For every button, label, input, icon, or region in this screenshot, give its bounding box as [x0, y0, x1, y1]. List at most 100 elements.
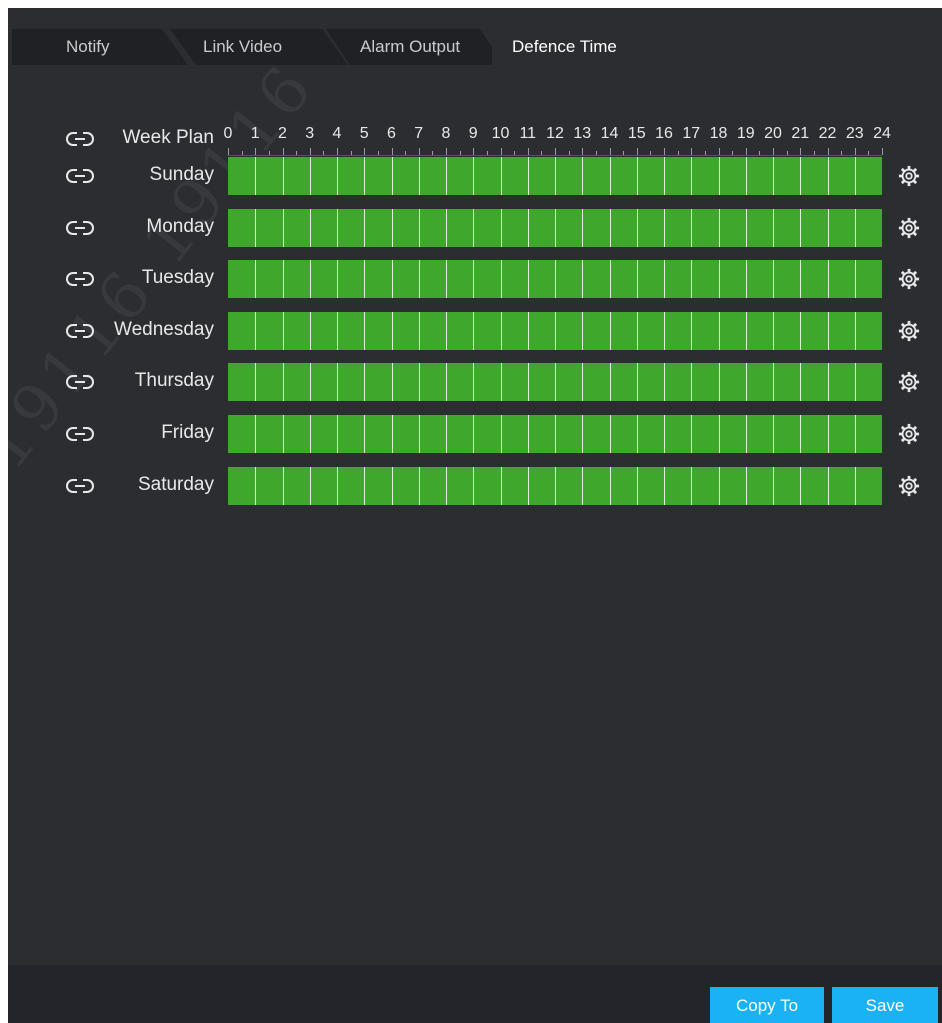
defence-time-content: Week Plan 0 1 2 3 4 5 6 7 8 9 10 11 12 13 14 15 16 17 18 19… — [8, 65, 942, 965]
hour-cell — [800, 466, 827, 505]
hour-cell — [527, 208, 555, 247]
hour-cell — [228, 363, 255, 402]
hour-tick — [854, 148, 856, 155]
link-icon[interactable] — [66, 269, 94, 289]
hour-tick — [595, 151, 597, 155]
armed-time-fill — [228, 466, 882, 505]
hour-cell — [664, 311, 691, 350]
hour-label: 10 — [491, 125, 510, 142]
hour-cell — [527, 260, 555, 299]
tab-defence-time[interactable]: Defence Time — [492, 29, 680, 65]
day-label: Thursday — [134, 370, 214, 392]
hour-cell — [282, 363, 310, 402]
hour-cell — [664, 415, 691, 453]
hour-cell — [854, 466, 882, 505]
hour-label: 9 — [468, 125, 478, 142]
hour-cell — [228, 157, 255, 195]
armed-time-bar[interactable] — [228, 208, 882, 247]
hour-cell — [418, 260, 446, 299]
armed-time-bar[interactable] — [228, 260, 882, 299]
hour-cell — [337, 208, 364, 247]
tab-link-video[interactable]: Link Video — [170, 29, 348, 65]
hour-cell — [527, 415, 555, 453]
hour-cell — [309, 208, 337, 247]
hour-label: 24 — [873, 125, 891, 142]
armed-time-bar[interactable] — [228, 363, 882, 402]
copy-to-button[interactable]: Copy To — [710, 987, 824, 1023]
hour-cell — [609, 208, 637, 247]
hour-cell — [364, 208, 391, 247]
hour-cell — [473, 415, 500, 453]
hour-cell — [418, 208, 446, 247]
hour-tick — [350, 151, 352, 155]
link-icon[interactable] — [66, 218, 94, 238]
hour-cell — [773, 311, 800, 350]
link-icon[interactable] — [66, 476, 94, 496]
tab-notify[interactable]: Notify — [12, 29, 188, 65]
armed-time-bar[interactable] — [228, 415, 882, 453]
hour-tick — [337, 148, 338, 155]
gear-icon[interactable] — [898, 268, 920, 290]
link-icon[interactable] — [66, 129, 94, 149]
week-plan-header: Week Plan 0 1 2 3 4 5 6 7 8 9 10 11 12 13 14 15 16 17 18 19… — [8, 125, 942, 156]
tab-alarm-output[interactable]: Alarm Output — [326, 29, 504, 65]
hour-cell — [800, 260, 827, 299]
gear-icon[interactable] — [898, 320, 920, 342]
hour-cell — [691, 311, 718, 350]
hour-cell — [800, 311, 827, 350]
save-button[interactable]: Save — [832, 987, 938, 1023]
hour-cell — [364, 311, 391, 350]
hour-cell — [691, 208, 718, 247]
gear-icon[interactable] — [898, 165, 920, 187]
hour-tick — [732, 151, 734, 155]
hour-cell — [391, 311, 419, 350]
hour-tick — [241, 151, 243, 155]
hour-label: 12 — [546, 125, 564, 142]
gear-icon[interactable] — [898, 217, 920, 239]
hour-label: 3 — [305, 125, 315, 142]
hour-cell — [582, 466, 609, 505]
hour-cell — [527, 466, 555, 505]
hour-label: 13 — [573, 125, 592, 142]
armed-time-bar[interactable] — [228, 311, 882, 350]
hour-cell — [718, 208, 746, 247]
hour-cell — [255, 311, 282, 350]
armed-time-bar[interactable] — [228, 157, 882, 195]
hour-cell — [446, 208, 473, 247]
hour-cell — [800, 363, 827, 402]
hour-cell — [691, 260, 718, 299]
hour-tick — [800, 148, 802, 155]
link-icon[interactable] — [66, 166, 94, 186]
gear-icon[interactable] — [898, 423, 920, 445]
hour-cell — [555, 466, 582, 505]
hour-cell — [555, 157, 582, 195]
hour-cell — [555, 415, 582, 453]
link-icon[interactable] — [66, 321, 94, 341]
hour-cell — [364, 363, 391, 402]
hour-tick — [282, 148, 284, 155]
hour-label: 15 — [627, 125, 646, 142]
day-row-tuesday: Tuesday — [8, 260, 942, 299]
hour-cell — [555, 208, 582, 247]
hour-cell — [228, 208, 255, 247]
hour-cell — [745, 208, 773, 247]
armed-time-bar[interactable] — [228, 466, 882, 505]
hour-tick — [432, 151, 434, 155]
hour-tick — [323, 151, 325, 155]
hour-label: 18 — [709, 125, 728, 142]
gear-icon[interactable] — [898, 371, 920, 393]
hour-cell — [309, 260, 337, 299]
hour-tick — [868, 151, 870, 155]
hour-label: 20 — [764, 125, 782, 142]
hour-cell — [773, 415, 800, 453]
hour-cell — [800, 208, 827, 247]
link-icon[interactable] — [66, 372, 94, 392]
hour-cell — [364, 260, 391, 299]
hour-cell — [582, 157, 609, 195]
hour-label: 5 — [359, 125, 369, 142]
armed-time-fill — [228, 157, 882, 195]
link-icon[interactable] — [66, 424, 94, 444]
hour-cell — [364, 466, 391, 505]
hour-label: 11 — [519, 125, 537, 142]
gear-icon[interactable] — [898, 475, 920, 497]
